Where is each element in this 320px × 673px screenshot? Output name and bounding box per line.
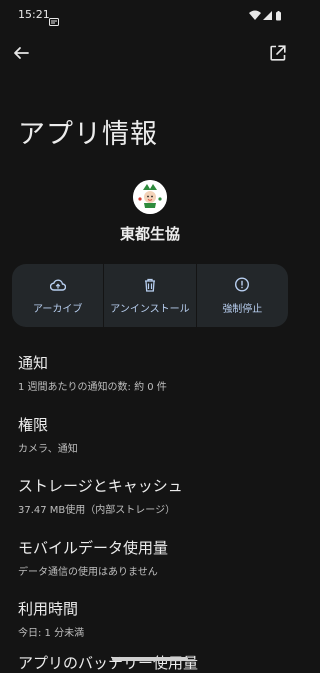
battery-icon	[276, 11, 281, 21]
force-stop-button[interactable]: 強制停止	[195, 264, 288, 327]
cloud-upload-icon	[49, 277, 66, 296]
settings-screen-time[interactable]: 利用時間 今日: 1 分未満	[18, 598, 288, 639]
setting-title: 通知	[18, 354, 49, 372]
setting-title: モバイルデータ使用量	[18, 539, 169, 557]
open-in-new-button[interactable]	[267, 42, 289, 64]
setting-title: アプリのバッテリー使用量	[18, 654, 199, 672]
setting-summary: 今日: 1 分未満	[18, 628, 85, 639]
status-indicators	[248, 10, 286, 21]
setting-summary: カメラ、通知	[18, 444, 78, 455]
back-button[interactable]	[10, 42, 32, 64]
trash-icon	[143, 277, 157, 296]
app-name: 東都生協	[119, 225, 180, 243]
setting-summary: 1 週間あたりの通知の数: 約 0 件	[18, 382, 167, 393]
force-stop-label: 強制停止	[222, 304, 263, 315]
action-bar: アーカイブ アンインストール 強制停止	[12, 264, 288, 327]
status-time: 15:21	[18, 8, 50, 21]
setting-summary: 37.47 MB使用（内部ストレージ）	[18, 505, 176, 516]
setting-title: 権限	[18, 416, 49, 434]
app-icon	[133, 180, 167, 214]
setting-summary: データ通信の使用はありません	[18, 567, 158, 578]
app-logo-icon	[133, 180, 167, 214]
settings-app-battery[interactable]: アプリのバッテリー使用量	[18, 652, 288, 673]
archive-label: アーカイブ	[32, 304, 83, 315]
toolbar	[0, 30, 300, 74]
settings-permissions[interactable]: 権限 カメラ、通知	[18, 414, 288, 455]
setting-title: 利用時間	[18, 600, 79, 618]
wifi-icon	[249, 10, 261, 20]
page-title: アプリ情報	[18, 119, 158, 150]
uninstall-button[interactable]: アンインストール	[103, 264, 195, 327]
back-arrow-icon	[14, 47, 29, 59]
alert-circle-icon	[235, 277, 250, 296]
open-in-new-icon	[270, 45, 286, 61]
signal-icon	[263, 11, 272, 20]
uninstall-label: アンインストール	[110, 304, 190, 315]
notification-icon	[49, 11, 59, 30]
settings-notifications[interactable]: 通知 1 週間あたりの通知の数: 約 0 件	[18, 352, 288, 393]
status-bar: 15:21	[0, 0, 300, 30]
settings-storage-cache[interactable]: ストレージとキャッシュ 37.47 MB使用（内部ストレージ）	[18, 475, 288, 516]
gesture-nav-handle[interactable]	[112, 657, 188, 661]
setting-title: ストレージとキャッシュ	[18, 477, 183, 495]
settings-mobile-data[interactable]: モバイルデータ使用量 データ通信の使用はありません	[18, 537, 288, 578]
archive-button[interactable]: アーカイブ	[12, 264, 103, 327]
